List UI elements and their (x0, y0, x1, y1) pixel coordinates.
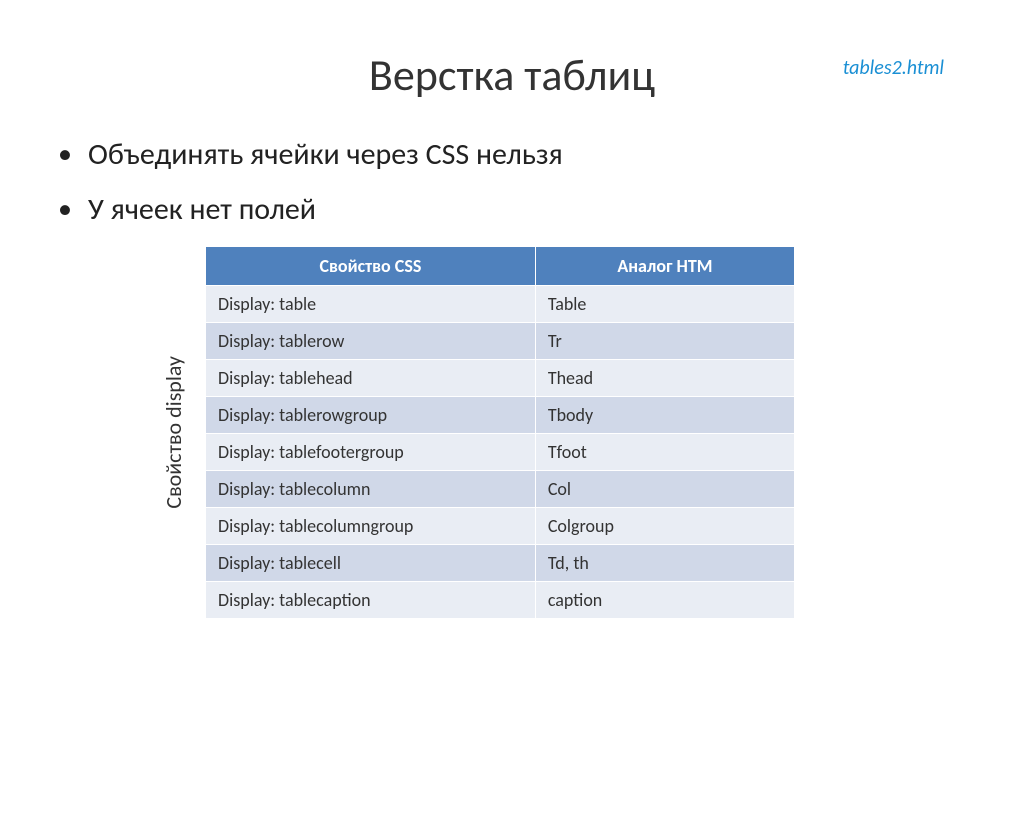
table-row: Display: table Table (206, 286, 795, 323)
table-cell: Display: table (206, 286, 536, 323)
bullet-list: Объединять ячейки через CSS нельзя У яче… (58, 136, 1024, 228)
table-row: Display: tablehead Thead (206, 360, 795, 397)
table-cell: Tfoot (535, 434, 794, 471)
table-header: Свойство CSS (206, 247, 536, 286)
top-link: tables2.html (843, 56, 944, 80)
table-row: Display: tablefootergroup Tfoot (206, 434, 795, 471)
table-cell: caption (535, 582, 794, 619)
table-cell: Display: tablehead (206, 360, 536, 397)
table-cell: Thead (535, 360, 794, 397)
list-item: Объединять ячейки через CSS нельзя (58, 136, 1024, 173)
side-label: Свойство display (160, 356, 187, 509)
table-row: Display: tablerow Tr (206, 323, 795, 360)
table-section: Свойство display Свойство CSS Аналог HTM… (160, 246, 1024, 619)
table-cell: Display: tablefootergroup (206, 434, 536, 471)
table-row: Display: tablecell Td, th (206, 545, 795, 582)
table-cell: Display: tablecolumn (206, 471, 536, 508)
table-cell: Tbody (535, 397, 794, 434)
table-row: Display: tablecolumngroup Colgroup (206, 508, 795, 545)
table-cell: Tr (535, 323, 794, 360)
table-header: Аналог HTM (535, 247, 794, 286)
css-display-table: Свойство CSS Аналог HTM Display: table T… (205, 246, 795, 619)
table-cell: Col (535, 471, 794, 508)
list-item: У ячеек нет полей (58, 191, 1024, 228)
table-row: Display: tablecaption caption (206, 582, 795, 619)
table-cell: Td, th (535, 545, 794, 582)
table-row: Display: tablerowgroup Tbody (206, 397, 795, 434)
table-cell: Display: tablerow (206, 323, 536, 360)
table-cell: Display: tablecolumngroup (206, 508, 536, 545)
table-header-row: Свойство CSS Аналог HTM (206, 247, 795, 286)
table-cell: Display: tablecell (206, 545, 536, 582)
table-cell: Display: tablecaption (206, 582, 536, 619)
table-cell: Colgroup (535, 508, 794, 545)
table-row: Display: tablecolumn Col (206, 471, 795, 508)
table-cell: Display: tablerowgroup (206, 397, 536, 434)
table-cell: Table (535, 286, 794, 323)
